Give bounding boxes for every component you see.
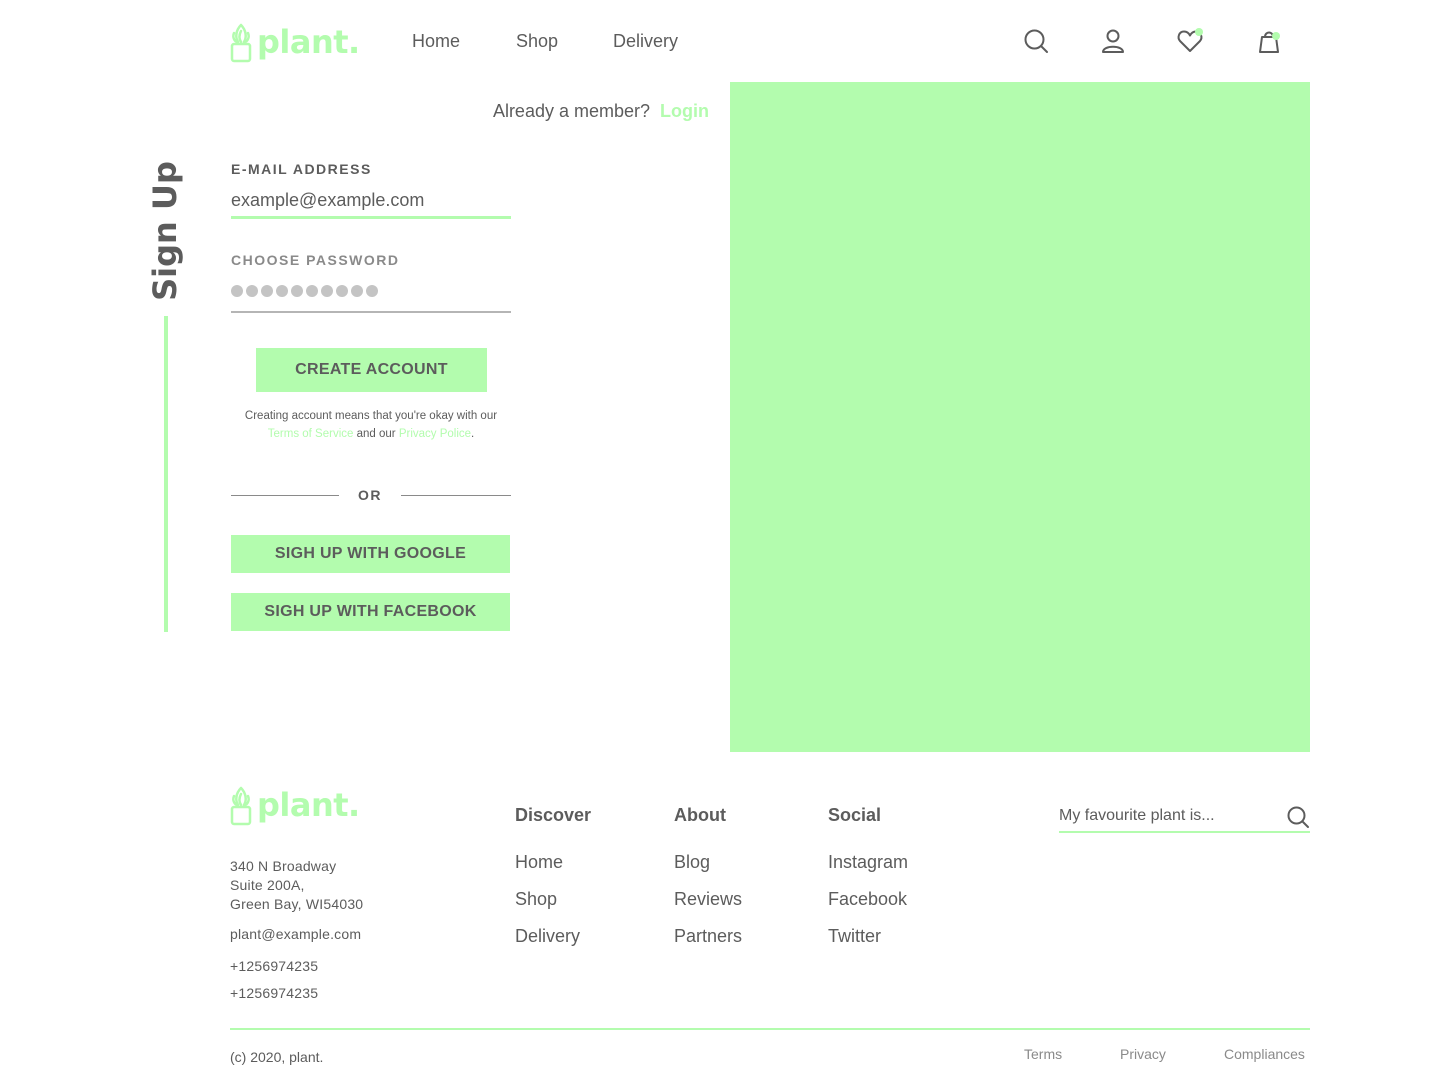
footer-compliances-link[interactable]: Compliances: [1224, 1046, 1305, 1062]
copyright: (c) 2020, plant.: [230, 1049, 324, 1065]
footer-terms-link[interactable]: Terms: [1024, 1046, 1062, 1062]
nav-shop[interactable]: Shop: [516, 31, 558, 52]
logo-text: plant.: [257, 23, 360, 61]
footer-link-twitter[interactable]: Twitter: [828, 926, 881, 947]
footer-col-discover-title: Discover: [515, 805, 592, 825]
shopping-bag-icon[interactable]: [1255, 27, 1283, 55]
member-text: Already a member?: [492, 101, 651, 121]
terms-of-service-link[interactable]: Terms of Service: [268, 428, 354, 440]
plant-pot-logo-icon: [230, 23, 252, 63]
footer-phone-1[interactable]: +1256974235: [230, 957, 318, 976]
vertical-accent-line: [164, 316, 168, 632]
footer-link-reviews[interactable]: Reviews: [674, 889, 742, 910]
footer-link-delivery[interactable]: Delivery: [515, 926, 580, 947]
create-account-button[interactable]: CREATE ACCOUNT: [256, 348, 487, 392]
footer-privacy-link[interactable]: Privacy: [1120, 1046, 1166, 1062]
footer-phone-2[interactable]: +1256974235: [230, 984, 318, 1003]
footer-logo[interactable]: plant.: [229, 784, 360, 826]
search-icon[interactable]: [1286, 805, 1310, 829]
login-link[interactable]: Login: [660, 101, 709, 121]
footer-logo-text: plant.: [257, 786, 360, 824]
footer-link-blog[interactable]: Blog: [674, 852, 710, 873]
footer-search-input[interactable]: [1059, 807, 1279, 825]
or-label: OR: [358, 487, 382, 503]
footer-divider: [230, 1028, 1310, 1030]
heart-icon[interactable]: [1176, 27, 1204, 55]
footer-col-social-title: Social: [828, 805, 882, 825]
or-divider-right: [401, 495, 511, 496]
or-divider-left: [231, 495, 339, 496]
footer-address: 340 N Broadway Suite 200A, Green Bay, WI…: [230, 858, 364, 912]
email-field[interactable]: [231, 185, 511, 219]
footer-link-facebook[interactable]: Facebook: [828, 889, 907, 910]
facebook-signup-button[interactable]: SIGH UP WITH FACEBOOK: [231, 593, 510, 631]
member-prompt: Already a member? Login: [493, 101, 709, 122]
privacy-policy-link[interactable]: Privacy Police: [399, 428, 471, 440]
sign-up-title: Sign Up: [146, 161, 184, 301]
footer-col-about-title: About: [674, 805, 726, 825]
footer-link-home[interactable]: Home: [515, 852, 563, 873]
hero-image-placeholder: [730, 82, 1310, 752]
footer-search: [1059, 803, 1310, 833]
search-icon[interactable]: [1022, 27, 1050, 55]
header-logo[interactable]: plant.: [229, 21, 360, 63]
plant-pot-logo-icon: [230, 786, 252, 826]
footer-email-link[interactable]: plant@example.com: [230, 925, 361, 944]
footer-link-instagram[interactable]: Instagram: [828, 852, 908, 873]
nav-delivery[interactable]: Delivery: [613, 31, 678, 52]
password-label: CHOOSE PASSWORD: [231, 252, 400, 268]
footer-link-partners[interactable]: Partners: [674, 926, 742, 947]
user-icon[interactable]: [1099, 27, 1127, 55]
email-label: E-MAIL ADDRESS: [231, 161, 372, 177]
google-signup-button[interactable]: SIGH UP WITH GOOGLE: [231, 535, 510, 573]
nav-home[interactable]: Home: [412, 31, 460, 52]
terms-notice: Creating account means that you're okay …: [244, 410, 498, 440]
footer-link-shop[interactable]: Shop: [515, 889, 557, 910]
password-field[interactable]: ●●●●●●●●●●: [231, 280, 511, 313]
